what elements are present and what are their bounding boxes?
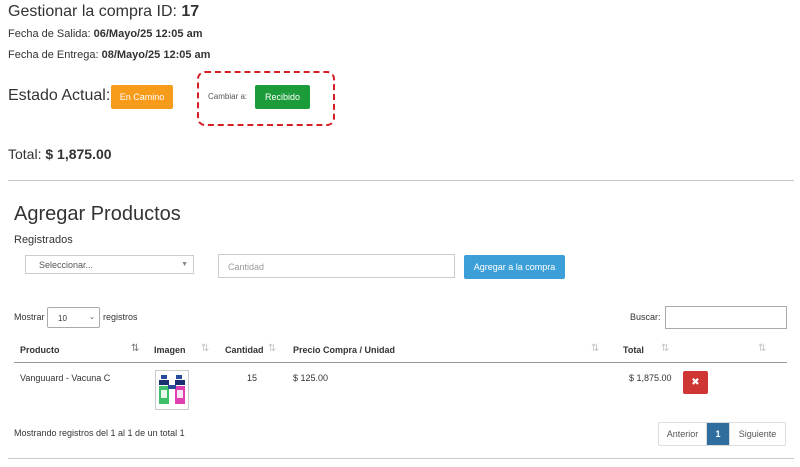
search-label: Buscar: [630,312,661,322]
sort-asc-icon[interactable]: ⇅ [131,343,140,354]
delete-row-button[interactable]: ✖ [683,371,708,394]
fecha-entrega: Fecha de Entrega: 08/Mayo/25 12:05 am [8,49,210,61]
cambiar-a-label: Cambiar a: [208,92,248,101]
records-label: registros [103,312,138,322]
product-image [155,370,189,410]
product-select[interactable]: Seleccionar... ▼ [25,255,194,274]
add-to-purchase-button[interactable]: Agregar a la compra [464,255,565,279]
table-header-divider [14,362,787,363]
page-length-select[interactable]: 10 ⌄ [47,307,100,328]
close-icon: ✖ [691,377,700,388]
column-header-total[interactable]: Total [623,345,644,355]
column-header-precio[interactable]: Precio Compra / Unidad [293,345,395,355]
divider-bottom [8,458,794,459]
section-title: Agregar Productos [14,203,181,225]
status-badge-en-camino: En Camino [111,85,173,109]
recibido-button[interactable]: Recibido [255,85,310,109]
column-header-producto[interactable]: Producto [20,345,60,355]
sort-icon[interactable]: ⇅ [268,343,277,354]
column-header-imagen[interactable]: Imagen [154,345,186,355]
fecha-entrega-label: Fecha de Entrega: [8,49,99,61]
cell-precio: $ 125.00 [293,373,329,383]
compra-id: 17 [181,3,200,20]
pagination-page-1[interactable]: 1 [707,423,729,445]
total-value: $ 1,875.00 [45,146,112,162]
page-title: Gestionar la compra ID: 17 [8,3,199,21]
chevron-down-icon: ⌄ [89,314,95,321]
cell-cantidad: 15 [247,373,258,383]
section-subtitle: Registrados [14,234,73,246]
product-select-value: Seleccionar... [39,260,94,270]
quantity-input[interactable]: Cantidad [218,254,455,278]
sort-icon[interactable]: ⇅ [591,343,600,354]
search-input[interactable] [665,306,787,329]
column-header-cantidad[interactable]: Cantidad [225,345,264,355]
title-prefix: Gestionar la compra ID: [8,3,177,20]
estado-actual-label: Estado Actual: [8,87,111,104]
sort-icon[interactable]: ⇅ [758,343,767,354]
fecha-salida-label: Fecha de Salida: [8,28,91,40]
fecha-entrega-value: 08/Mayo/25 12:05 am [101,49,211,61]
fecha-salida-value: 06/Mayo/25 12:05 am [93,28,203,40]
pagination-prev[interactable]: Anterior [659,423,707,445]
pagination-next[interactable]: Siguiente [729,423,785,445]
fecha-salida: Fecha de Salida: 06/Mayo/25 12:05 am [8,28,202,40]
divider-top [8,180,794,181]
total-label: Total: [8,146,42,162]
pagination: Anterior 1 Siguiente [658,422,786,446]
quantity-placeholder: Cantidad [228,262,265,272]
cell-producto: Vanguuard - Vacuna C [20,373,111,383]
chevron-down-icon: ▼ [181,261,188,268]
cell-total: $ 1,875.00 [629,373,672,383]
sort-icon[interactable]: ⇅ [201,343,210,354]
sort-icon[interactable]: ⇅ [661,343,670,354]
table-info: Mostrando registros del 1 al 1 de un tot… [14,428,185,438]
show-label: Mostrar [14,312,45,322]
page-length-value: 10 [58,314,67,323]
total-amount: Total: $ 1,875.00 [8,146,112,162]
